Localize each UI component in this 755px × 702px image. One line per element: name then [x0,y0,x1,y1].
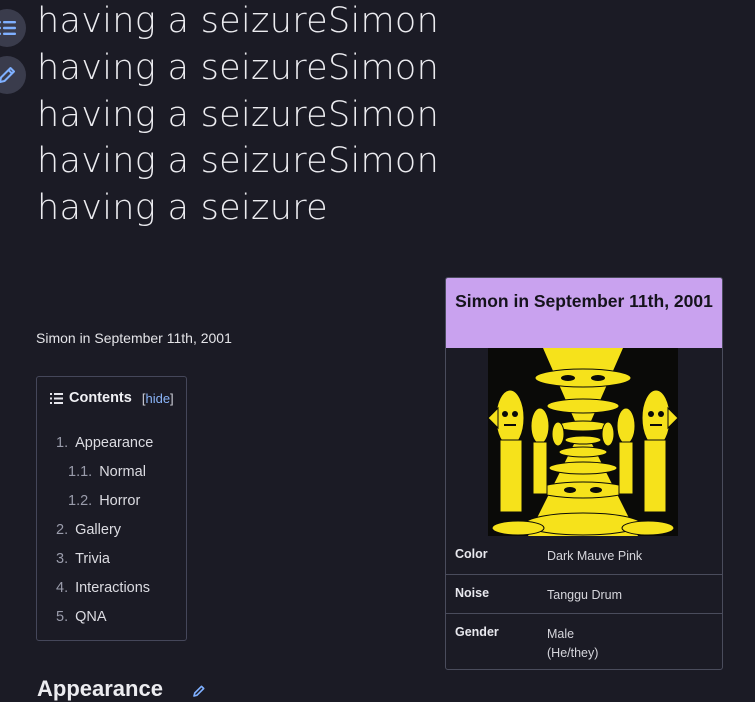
infobox-row-color: Color Dark Mauve Pink [446,536,722,575]
list-icon [50,392,63,404]
infobox-key: Noise [455,586,490,600]
section-heading-appearance: Appearance [37,676,163,701]
toc-hide-control: [hide] [142,391,174,406]
toc-list: 1. Appearance 1.1. Normal 1.2. Horror 2. Gal… [37,435,186,638]
toc-item-label: Appearance [75,435,154,451]
toc-item-gallery[interactable]: 2. Gallery [37,522,186,551]
toc-item-number: 1.1. [68,464,93,480]
toc-item-appearance[interactable]: 1. Appearance [37,435,186,464]
toc-header: Contents [hide] [50,390,174,406]
character-image [446,348,722,536]
toc-title: Contents [69,390,132,406]
page-caption: Simon in September 11th, 2001 [36,330,232,346]
infobox-row-gender: Gender Male (He/they) [446,614,722,669]
toc-item-horror[interactable]: 1.2. Horror [37,493,186,522]
toc-item-number: 1.2. [68,493,93,509]
title-line: having a seizureSimon [37,1,440,41]
toc-item-number: 1. [56,435,69,451]
infobox-value: Tanggu Drum [547,588,623,602]
toc-item-label: Horror [99,493,141,509]
infobox-value-line: (He/they) [547,646,599,660]
toc-item-interactions[interactable]: 4. Interactions [37,580,186,609]
toc-item-number: 2. [56,522,69,538]
infobox-value: Dark Mauve Pink [547,549,643,563]
toc-item-qna[interactable]: 5. QNA [37,609,186,638]
title-line: having a seizureSimon [37,141,440,182]
edit-button[interactable] [0,56,26,94]
toc-item-label: QNA [75,609,107,625]
infobox-key: Color [455,547,488,561]
toc-item-number: 4. [56,580,69,596]
infobox-row-noise: Noise Tanggu Drum [446,575,722,614]
toc-item-label: Normal [99,464,146,480]
title-line: having a seizureSimon [37,94,440,135]
infobox-value-line: Male [547,627,575,641]
toc-item-label: Trivia [75,551,110,567]
list-icon [0,21,16,35]
toc-hide-link[interactable]: hide [145,391,170,406]
pencil-icon [0,67,15,83]
toc-toggle-button[interactable] [0,9,26,47]
infobox-image[interactable] [446,348,722,536]
toc-item-normal[interactable]: 1.1. Normal [37,464,186,493]
infobox-title: Simon in September 11th, 2001 [446,278,722,348]
page-title: having a seizureSimon having a seizureSi… [37,0,457,232]
infobox-key: Gender [455,625,499,639]
toc-item-label: Gallery [75,522,122,538]
title-line: having a seizure [37,188,328,229]
infobox: Simon in September 11th, 2001 Color Dark… [445,277,723,670]
toc-item-number: 3. [56,551,69,567]
table-of-contents: Contents [hide] 1. Appearance 1.1. Normal … [36,376,187,641]
pencil-icon[interactable] [192,684,206,698]
toc-item-label: Interactions [75,580,151,596]
title-line: having a seizureSimon [37,47,440,88]
toc-hide-close-bracket: ] [170,390,174,406]
toc-item-trivia[interactable]: 3. Trivia [37,551,186,580]
toc-item-number: 5. [56,609,69,625]
infobox-value: Male (He/they) [547,625,598,663]
